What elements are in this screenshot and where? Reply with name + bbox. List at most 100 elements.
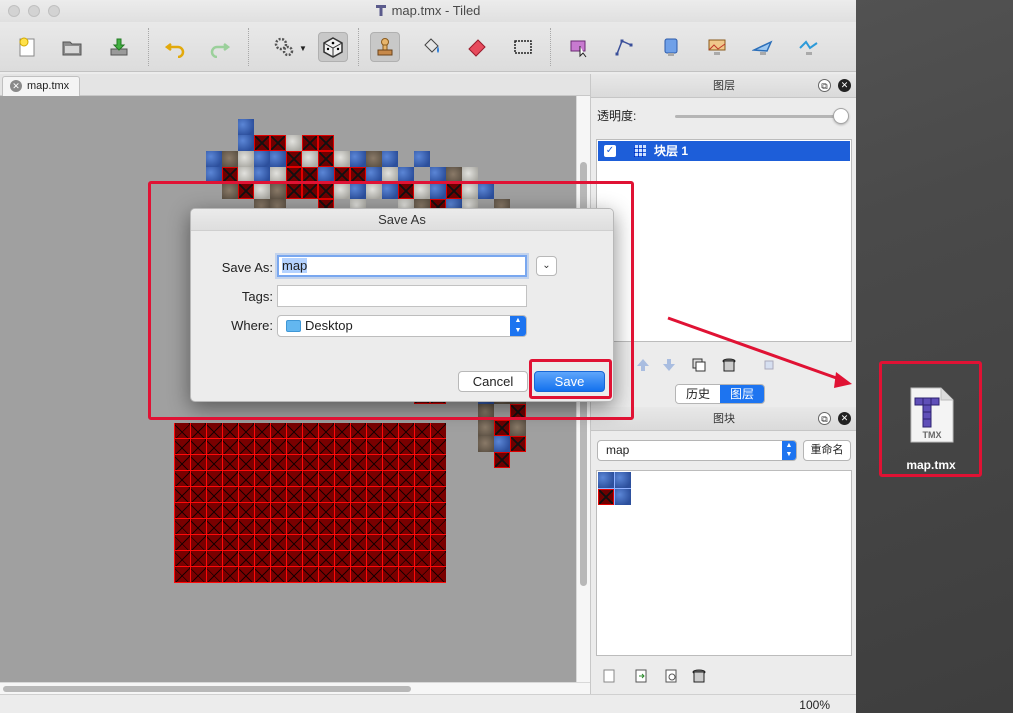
- opacity-slider-knob[interactable]: [833, 108, 849, 124]
- window-title-text: map.tmx - Tiled: [391, 3, 481, 18]
- new-tileset-icon[interactable]: [601, 668, 617, 684]
- float-panel-icon[interactable]: ⧉: [818, 79, 831, 92]
- open-file-button[interactable]: [57, 32, 87, 62]
- stamp-icon: [377, 38, 393, 56]
- map-tile: [494, 452, 510, 468]
- desktop-file[interactable]: TMX map.tmx: [882, 364, 980, 476]
- tileset-select-value: map: [606, 443, 630, 457]
- map-tile: [382, 151, 398, 167]
- delete-tileset-icon[interactable]: [691, 668, 707, 684]
- tileset-tile[interactable]: [615, 472, 631, 488]
- undo-button[interactable]: [161, 32, 191, 62]
- toolbar-separator: [358, 28, 359, 66]
- select-objects-icon: [570, 40, 587, 58]
- tab-map-tmx[interactable]: ✕ map.tmx: [2, 76, 80, 96]
- file-badge: TMX: [923, 430, 942, 440]
- new-map-button[interactable]: [12, 32, 42, 62]
- title-bar: map.tmx - Tiled: [0, 0, 856, 22]
- opacity-label: 透明度:: [597, 109, 637, 123]
- tileset-tile[interactable]: [598, 472, 614, 488]
- close-panel-icon[interactable]: ✕: [838, 79, 851, 92]
- save-download-icon: [110, 38, 128, 56]
- paint-bucket-icon: [424, 38, 439, 53]
- map-tile: [510, 436, 526, 452]
- tilesets-panel-title: 图块: [713, 413, 735, 425]
- tileset-view[interactable]: [596, 470, 852, 656]
- map-tile-block: [174, 423, 446, 583]
- layer-visibility-checkbox[interactable]: ✓: [604, 145, 616, 157]
- select-arrows-icon: ▲ ▼: [782, 441, 796, 460]
- map-tile: [270, 135, 286, 151]
- save-file-button[interactable]: [104, 32, 134, 62]
- map-tile: [206, 151, 222, 167]
- insert-polygon-button[interactable]: [748, 32, 778, 62]
- tab-label: map.tmx: [27, 80, 70, 92]
- map-tile: [270, 151, 286, 167]
- undo-arrow-icon: [165, 43, 185, 58]
- map-tile: [238, 135, 254, 151]
- map-tile: [238, 119, 254, 135]
- minimize-window-button[interactable]: [28, 5, 40, 17]
- toolbar-separator: [148, 28, 149, 66]
- map-tile: [510, 420, 526, 436]
- map-tile: [302, 135, 318, 151]
- map-tile: [334, 151, 350, 167]
- map-tile: [286, 151, 302, 167]
- layers-panel-title: 图层: [713, 80, 735, 92]
- edit-polygons-button[interactable]: [610, 32, 640, 62]
- bucket-fill-button[interactable]: [416, 32, 446, 62]
- select-objects-button[interactable]: [564, 32, 594, 62]
- document-tab-bar: ✕ map.tmx: [0, 74, 590, 96]
- eraser-button[interactable]: [462, 32, 492, 62]
- random-mode-button[interactable]: ▼: [269, 32, 307, 62]
- annotation-arrow: [667, 316, 852, 388]
- redo-arrow-icon: [210, 43, 230, 58]
- status-bar: 100%: [0, 694, 856, 713]
- dashed-rectangle-icon: [514, 40, 532, 54]
- main-toolbar: ▼: [0, 22, 856, 72]
- toolbar-separator: [550, 28, 551, 66]
- close-window-button[interactable]: [8, 5, 20, 17]
- map-tile: [286, 135, 302, 151]
- raise-layer-icon[interactable]: [635, 357, 651, 373]
- stamp-brush-button[interactable]: [370, 32, 400, 62]
- terrain-dice-button[interactable]: [318, 32, 348, 62]
- map-tile: [318, 151, 334, 167]
- map-tile: [302, 151, 318, 167]
- insert-rectangle-button[interactable]: [656, 32, 686, 62]
- float-panel-icon[interactable]: ⧉: [818, 412, 831, 425]
- close-panel-icon[interactable]: ✕: [838, 412, 851, 425]
- zoom-window-button[interactable]: [48, 5, 60, 17]
- horizontal-scrollbar[interactable]: [0, 682, 590, 694]
- tileset-thumbnail[interactable]: [598, 472, 631, 505]
- rename-tileset-button[interactable]: 重命名: [803, 440, 851, 461]
- gears-icon: [274, 37, 294, 57]
- folder-open-icon: [62, 41, 82, 56]
- toolbar-separator: [248, 28, 249, 66]
- import-tileset-icon[interactable]: [633, 668, 649, 684]
- insert-polyline-icon: [799, 40, 818, 55]
- tileset-tile[interactable]: [598, 489, 614, 505]
- edit-tileset-icon[interactable]: [663, 668, 679, 684]
- map-tile: [222, 151, 238, 167]
- rect-select-button[interactable]: [508, 32, 538, 62]
- horizontal-scroll-thumb[interactable]: [3, 686, 411, 692]
- dice-icon: [323, 37, 343, 58]
- map-tile: [366, 151, 382, 167]
- tileset-select[interactable]: map ▲ ▼: [597, 440, 797, 461]
- tileset-tile[interactable]: [615, 489, 631, 505]
- insert-image-button[interactable]: [702, 32, 732, 62]
- desktop-file-name: map.tmx: [906, 458, 956, 472]
- opacity-slider[interactable]: [675, 115, 841, 118]
- map-tile: [254, 135, 270, 151]
- layer-row[interactable]: ✓ 块层 1: [598, 141, 850, 161]
- close-tab-icon[interactable]: ✕: [10, 80, 22, 92]
- insert-polyline-button[interactable]: [794, 32, 824, 62]
- insert-image-icon: [708, 39, 726, 55]
- redo-button[interactable]: [204, 32, 234, 62]
- polygon-nodes-icon: [615, 39, 633, 56]
- layer-name: 块层 1: [654, 144, 689, 158]
- layers-panel-header: 图层 ⧉ ✕: [591, 74, 856, 98]
- zoom-level[interactable]: 100%: [799, 698, 830, 712]
- map-tile: [254, 151, 270, 167]
